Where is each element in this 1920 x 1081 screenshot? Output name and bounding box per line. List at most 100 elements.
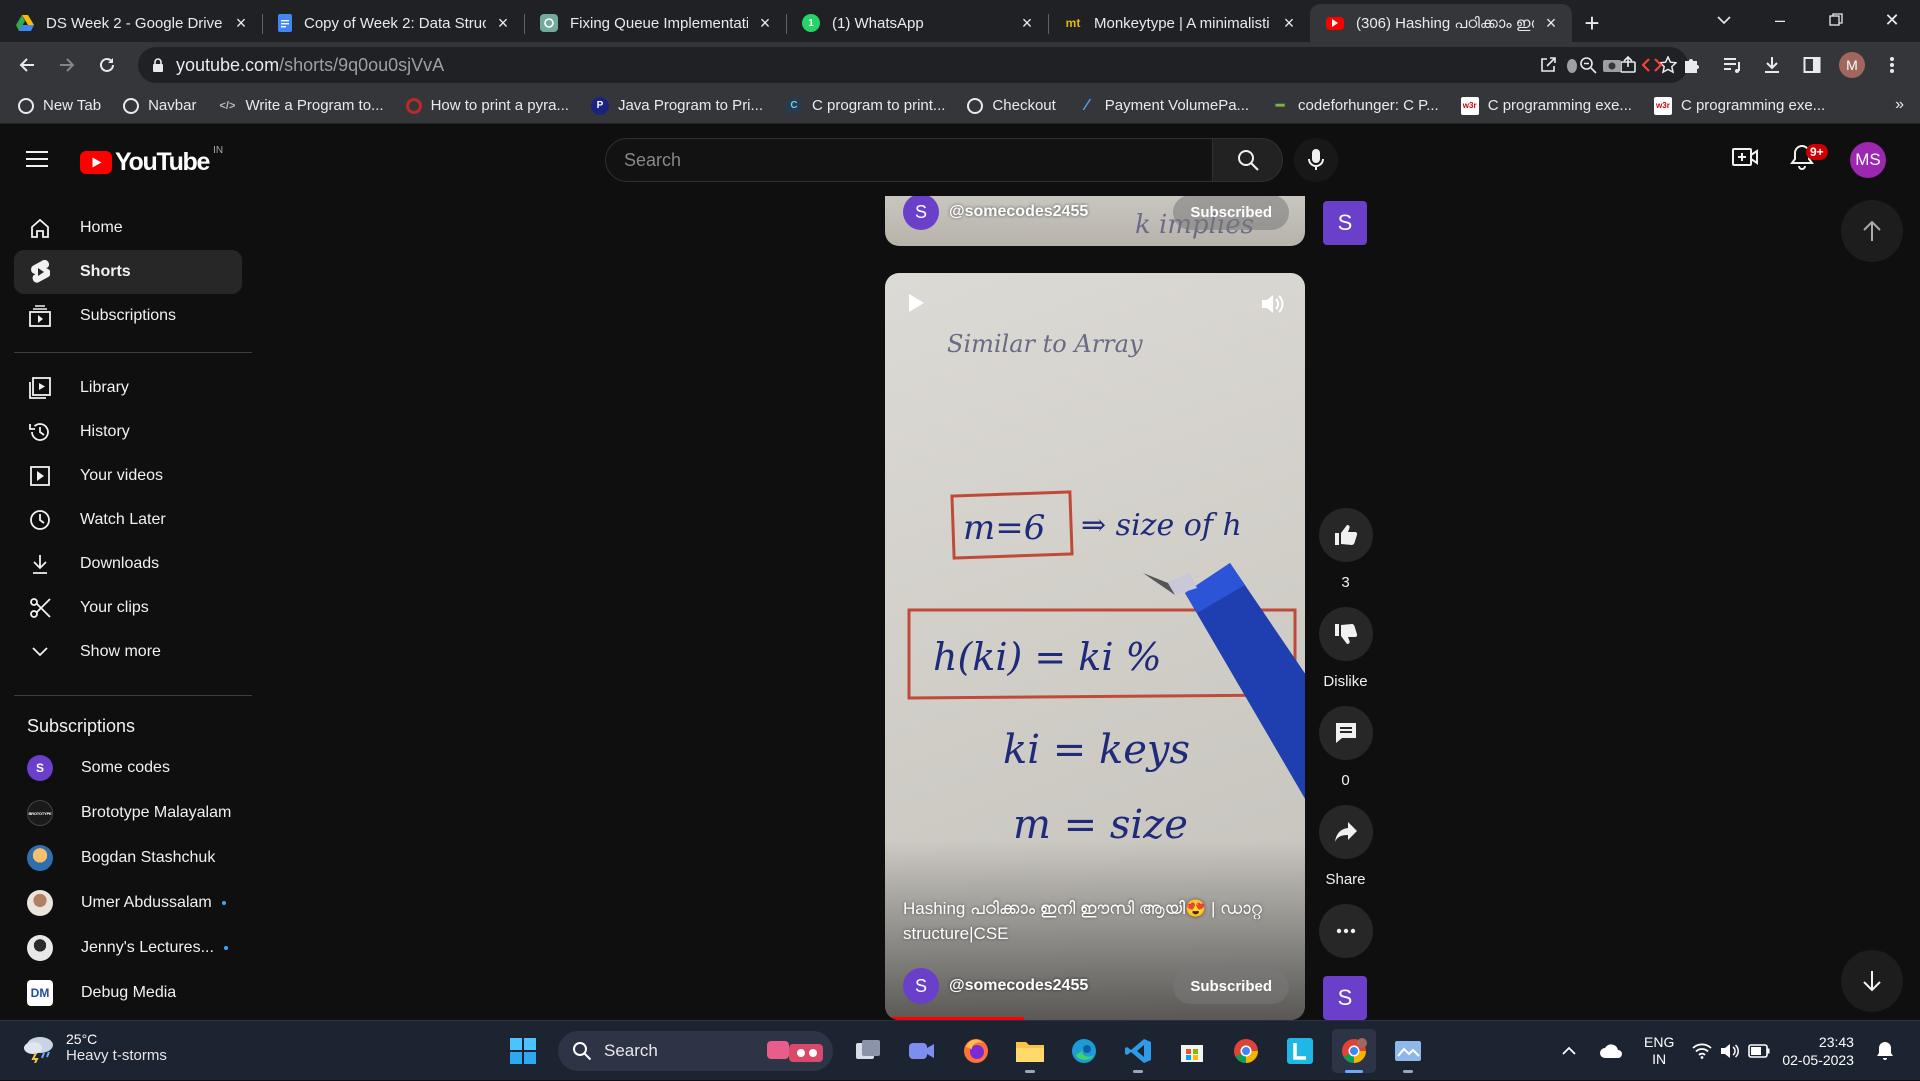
weather-widget[interactable]: 25°C Heavy t-storms xyxy=(22,1031,167,1064)
bookmark-item[interactable]: w3r C programming exe... xyxy=(1460,96,1632,115)
side-panel-icon[interactable] xyxy=(1792,45,1832,85)
more-menu-icon[interactable] xyxy=(1872,45,1912,85)
edge-icon[interactable] xyxy=(1062,1029,1106,1073)
zoom-meetings-icon[interactable] xyxy=(900,1029,944,1073)
start-button[interactable] xyxy=(501,1029,545,1073)
lock-icon[interactable] xyxy=(152,58,164,72)
taskbar-search[interactable]: Search xyxy=(558,1031,833,1071)
chrome-profile-icon[interactable] xyxy=(1332,1029,1376,1073)
code-extension-icon[interactable] xyxy=(1632,45,1672,85)
bookmark-item[interactable]: C C program to print... xyxy=(785,96,945,115)
profile-avatar[interactable]: M xyxy=(1832,45,1872,85)
sidebar-item-home[interactable]: Home xyxy=(14,206,242,250)
more-options-button[interactable] xyxy=(1318,904,1373,958)
launcher-l-icon[interactable] xyxy=(1278,1029,1322,1073)
close-window-button[interactable]: ✕ xyxy=(1864,10,1920,31)
bookmark-item[interactable]: ━ codeforhunger: C P... xyxy=(1271,97,1439,115)
clock[interactable]: 23:43 02-05-2023 xyxy=(1782,1033,1854,1069)
subscription-item[interactable]: Bogdan Stashchuk xyxy=(14,836,242,880)
language-indicator[interactable]: ENG IN xyxy=(1644,1034,1674,1068)
camera-extension-icon[interactable] xyxy=(1592,45,1632,85)
share-button[interactable] xyxy=(1318,805,1373,859)
bookmark-item[interactable]: P Java Program to Pri... xyxy=(590,96,763,115)
comments-button[interactable] xyxy=(1318,706,1373,760)
sidebar-item-subscriptions[interactable]: Subscriptions xyxy=(14,294,242,338)
puzzle-extensions-icon[interactable] xyxy=(1672,45,1712,85)
sidebar-item-history[interactable]: History xyxy=(14,410,242,454)
bookmark-item[interactable]: Navbar xyxy=(123,97,196,114)
microsoft-store-icon[interactable] xyxy=(1170,1029,1214,1073)
extension-icon[interactable] xyxy=(1552,45,1592,85)
bookmark-item[interactable]: </> Write a Program to... xyxy=(218,97,384,115)
subscription-item[interactable]: Jenny's Lectures... xyxy=(14,926,242,970)
play-icon[interactable] xyxy=(907,293,925,313)
next-short-button[interactable] xyxy=(1841,950,1903,1012)
channel-badge[interactable]: S xyxy=(1323,976,1367,1020)
vscode-icon[interactable] xyxy=(1116,1029,1160,1073)
close-tab-icon[interactable]: × xyxy=(1280,14,1298,32)
sidebar-item-show-more[interactable]: Show more xyxy=(14,630,242,674)
dislike-button[interactable] xyxy=(1318,607,1373,661)
browser-tab[interactable]: Copy of Week 2: Data Struc × xyxy=(262,4,524,42)
sidebar-item-shorts[interactable]: Shorts xyxy=(14,250,242,294)
subscribed-button[interactable]: Subscribed xyxy=(1173,196,1289,230)
previous-short-button[interactable] xyxy=(1841,200,1903,262)
like-button[interactable] xyxy=(1318,508,1373,562)
subscription-item[interactable]: Umer Abdussalam xyxy=(14,881,242,925)
sidebar-item-watch-later[interactable]: Watch Later xyxy=(14,498,242,542)
new-tab-button[interactable]: + xyxy=(1572,4,1612,42)
task-view-icon[interactable] xyxy=(846,1029,890,1073)
volume-icon[interactable] xyxy=(1261,293,1285,315)
close-tab-icon[interactable]: × xyxy=(1018,14,1036,32)
subscription-item[interactable]: DM Debug Media xyxy=(14,971,242,1015)
subscription-item[interactable]: S Some codes xyxy=(14,746,242,790)
back-button[interactable] xyxy=(7,45,47,85)
close-tab-icon[interactable]: × xyxy=(1542,14,1560,32)
browser-tab[interactable]: DS Week 2 - Google Drive × xyxy=(0,4,262,42)
subscribed-button[interactable]: Subscribed xyxy=(1173,968,1289,1004)
sidebar-item-downloads[interactable]: Downloads xyxy=(14,542,242,586)
file-explorer-icon[interactable] xyxy=(1008,1029,1052,1073)
voice-search-button[interactable] xyxy=(1294,138,1338,182)
chrome-icon[interactable] xyxy=(1224,1029,1268,1073)
search-button[interactable] xyxy=(1213,138,1283,182)
menu-icon[interactable] xyxy=(26,150,48,168)
minimize-button[interactable]: – xyxy=(1752,10,1808,31)
account-avatar[interactable]: MS xyxy=(1850,142,1886,178)
tab-search-icon[interactable] xyxy=(1696,13,1752,27)
search-input[interactable] xyxy=(624,149,1212,171)
previous-short-preview[interactable]: k implies S @somecodes2455 Subscribed xyxy=(885,196,1305,246)
bookmark-item[interactable]: Checkout xyxy=(967,97,1056,114)
channel-handle[interactable]: @somecodes2455 xyxy=(949,977,1173,995)
close-tab-icon[interactable]: × xyxy=(494,14,512,32)
previous-short-channel-badge[interactable]: S xyxy=(1323,201,1367,245)
sidebar-item-library[interactable]: Library xyxy=(14,366,242,410)
bookmark-item[interactable]: ⁄ Payment VolumePa... xyxy=(1078,97,1249,115)
create-video-icon[interactable] xyxy=(1732,146,1758,168)
subscription-item[interactable]: BROTOTYPE Brototype Malayalam xyxy=(14,791,242,835)
bookmark-item[interactable]: How to print a pyra... xyxy=(405,97,569,114)
address-bar[interactable]: youtube.com/shorts/9q0ou0sjVvA xyxy=(138,47,1688,83)
maximize-button[interactable] xyxy=(1808,13,1864,27)
snipping-tool-icon[interactable] xyxy=(1386,1029,1430,1073)
bookmarks-overflow-button[interactable]: » xyxy=(1895,96,1904,114)
browser-tab-active[interactable]: (306) Hashing പഠിക്കാം ഇനി × xyxy=(1310,4,1572,42)
sidebar-item-your-clips[interactable]: Your clips xyxy=(14,586,242,630)
browser-tab[interactable]: 1 (1) WhatsApp × xyxy=(786,4,1048,42)
chevron-up-icon[interactable] xyxy=(1555,1029,1583,1073)
media-queue-icon[interactable] xyxy=(1712,45,1752,85)
browser-tab[interactable]: mt Monkeytype | A minimalisti × xyxy=(1048,4,1310,42)
short-title[interactable]: Hashing പഠിക്കാം ഇനി ഈസി ആയി😍 | ഡാറ്റ st… xyxy=(903,896,1287,946)
close-tab-icon[interactable]: × xyxy=(232,14,250,32)
channel-avatar[interactable]: S xyxy=(903,196,939,230)
bookmark-item[interactable]: w3r C programming exe... xyxy=(1653,96,1825,115)
browser-tab[interactable]: Fixing Queue Implementatio × xyxy=(524,4,786,42)
quick-settings[interactable] xyxy=(1692,1043,1770,1059)
bookmark-item[interactable]: New Tab xyxy=(18,97,101,114)
notification-center-icon[interactable] xyxy=(1873,1029,1897,1073)
onedrive-cloud-icon[interactable] xyxy=(1593,1029,1629,1073)
reload-button[interactable] xyxy=(87,45,127,85)
close-tab-icon[interactable]: × xyxy=(756,14,774,32)
youtube-logo[interactable]: YouTube IN xyxy=(80,145,223,177)
sidebar-item-your-videos[interactable]: Your videos xyxy=(14,454,242,498)
